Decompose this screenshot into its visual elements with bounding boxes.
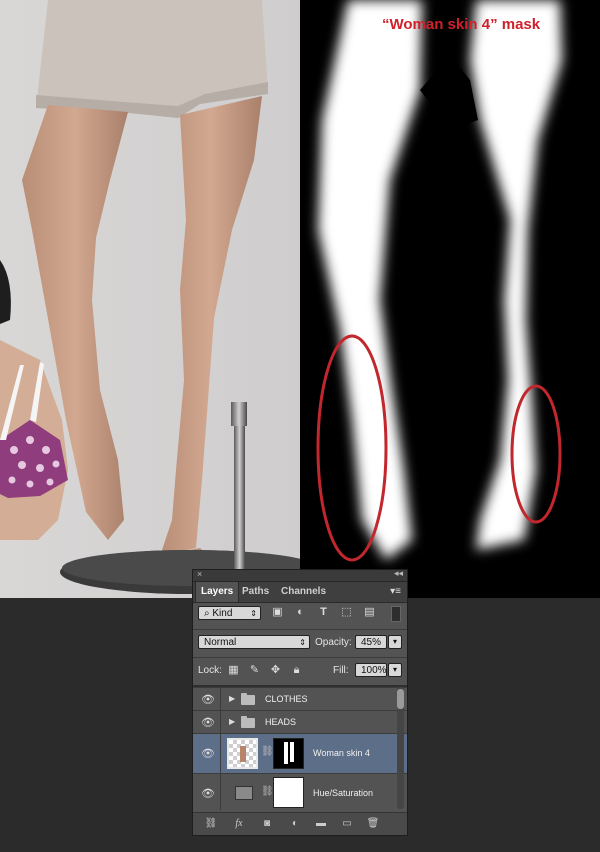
- lock-transparency-icon[interactable]: ▦: [227, 664, 240, 677]
- fill-label: Fill:: [333, 665, 349, 676]
- adjustment-filter-icon[interactable]: ◐: [294, 606, 307, 619]
- lock-position-icon[interactable]: ✥: [269, 664, 282, 677]
- lock-all-icon[interactable]: 🔒︎: [290, 664, 303, 677]
- collapse-icon[interactable]: ◂◂: [394, 568, 403, 579]
- folder-icon: [241, 693, 255, 705]
- eye-icon[interactable]: 👁︎: [201, 747, 215, 760]
- fill-dropdown-button[interactable]: ▾: [388, 663, 402, 677]
- layer-name: CLOTHES: [265, 694, 308, 704]
- layer-row-woman-skin-4[interactable]: 👁︎ ⛓︎ Woman skin 4: [193, 733, 407, 773]
- new-layer-icon[interactable]: ▭: [339, 817, 355, 831]
- eye-icon[interactable]: 👁︎: [201, 716, 215, 729]
- panel-bottom-toolbar: ⛓︎ fx ◙ ◐ ▬ ▭ 🗑︎: [193, 812, 407, 835]
- filter-toggle-switch[interactable]: [391, 606, 401, 622]
- layers-scrollbar[interactable]: [397, 687, 404, 809]
- mask-thumbnail[interactable]: [273, 777, 304, 808]
- kind-filter-select[interactable]: ⌕ Kind ⇕: [198, 606, 261, 620]
- kind-label: Kind: [212, 608, 233, 619]
- layer-name: Woman skin 4: [313, 748, 370, 758]
- adjustment-layer-icon: [235, 786, 253, 800]
- chain-link-icon[interactable]: ⛓︎: [261, 746, 274, 757]
- fill-input[interactable]: 100%: [355, 663, 387, 677]
- layer-row-hue-saturation[interactable]: 👁︎ ⛓︎ Hue/Saturation: [193, 773, 407, 810]
- eye-icon[interactable]: 👁︎: [201, 787, 215, 800]
- lock-label: Lock:: [198, 665, 222, 676]
- layer-name: HEADS: [265, 717, 297, 727]
- fx-icon[interactable]: fx: [231, 817, 247, 831]
- filter-row: ⌕ Kind ⇕ ▣ ◐ T ⬚ ▤: [193, 606, 407, 626]
- expand-caret-icon[interactable]: ▶: [229, 694, 235, 703]
- layer-name: Hue/Saturation: [313, 788, 374, 798]
- blend-mode-select[interactable]: Normal ⇕: [198, 635, 310, 649]
- layer-row-heads[interactable]: 👁︎ ▶ HEADS: [193, 710, 407, 733]
- add-mask-icon[interactable]: ◙: [259, 817, 275, 831]
- legs-photo: [0, 0, 300, 598]
- layer-row-clothes[interactable]: 👁︎ ▶ CLOTHES: [193, 687, 407, 710]
- link-icon[interactable]: ⛓︎: [203, 817, 219, 831]
- divider: [193, 657, 407, 658]
- blend-mode-value: Normal: [204, 637, 237, 648]
- pixel-filter-icon[interactable]: ▣: [271, 606, 284, 619]
- layer-thumbnail[interactable]: [227, 738, 258, 769]
- opacity-input[interactable]: 45%: [355, 635, 387, 649]
- type-filter-icon[interactable]: T: [317, 606, 330, 619]
- mask-shape: [284, 742, 288, 764]
- divider: [220, 711, 221, 733]
- divider: [193, 629, 407, 630]
- trash-icon[interactable]: 🗑︎: [365, 817, 381, 831]
- mask-preview: [300, 0, 600, 598]
- opacity-label: Opacity:: [315, 637, 352, 648]
- mask-title-annotation: “Woman skin 4” mask: [382, 16, 541, 33]
- new-group-icon[interactable]: ▬: [313, 817, 329, 831]
- folder-icon: [241, 716, 255, 728]
- divider: [220, 774, 221, 810]
- blend-row: Normal ⇕ Opacity: 45% ▾: [193, 635, 407, 653]
- chevron-updown-icon: ⇕: [299, 638, 306, 647]
- mask-shape: [290, 742, 294, 762]
- lock-brush-icon[interactable]: ✎: [248, 664, 261, 677]
- chain-link-icon[interactable]: ⛓︎: [261, 786, 274, 797]
- tab-layers[interactable]: Layers: [195, 582, 240, 602]
- opacity-dropdown-button[interactable]: ▾: [388, 635, 402, 649]
- scrollbar-thumb[interactable]: [397, 689, 404, 709]
- shape-filter-icon[interactable]: ⬚: [340, 606, 353, 619]
- panel-menu-icon[interactable]: ▾≡: [390, 586, 401, 597]
- divider: [220, 734, 221, 773]
- tab-paths[interactable]: Paths: [237, 582, 274, 602]
- adjustment-icon[interactable]: ◐: [287, 817, 303, 831]
- expand-caret-icon[interactable]: ▶: [229, 717, 235, 726]
- divider: [220, 688, 221, 710]
- layers-panel: × ◂◂ Layers Paths Channels ▾≡ ⌕ Kind ⇕ ▣…: [192, 568, 408, 836]
- chevron-updown-icon: ⇕: [250, 609, 257, 618]
- mask-thumbnail[interactable]: [273, 738, 304, 769]
- lock-row: Lock: ▦ ✎ ✥ 🔒︎ Fill: 100% ▾: [193, 663, 407, 681]
- close-icon[interactable]: ×: [197, 569, 202, 579]
- panel-tabs: Layers Paths Channels ▾≡: [193, 582, 407, 603]
- tab-channels[interactable]: Channels: [276, 582, 331, 602]
- eye-icon[interactable]: 👁︎: [201, 693, 215, 706]
- legs-thumbnail-shape: [240, 746, 246, 762]
- smart-object-filter-icon[interactable]: ▤: [363, 606, 376, 619]
- panel-titlebar: × ◂◂: [193, 568, 407, 582]
